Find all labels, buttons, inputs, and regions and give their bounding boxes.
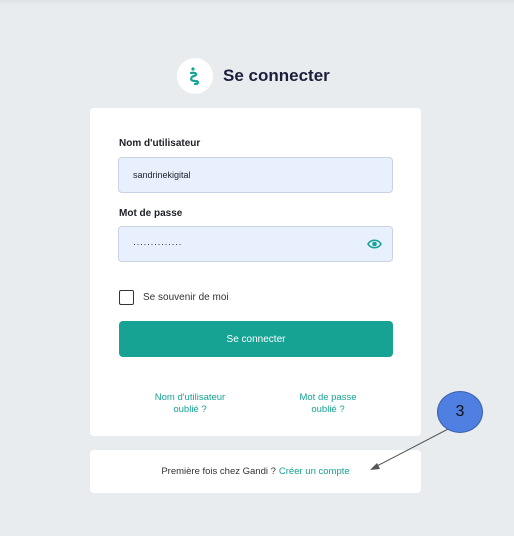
annotation-badge: 3 <box>437 391 483 433</box>
annotation-arrow <box>370 426 453 470</box>
